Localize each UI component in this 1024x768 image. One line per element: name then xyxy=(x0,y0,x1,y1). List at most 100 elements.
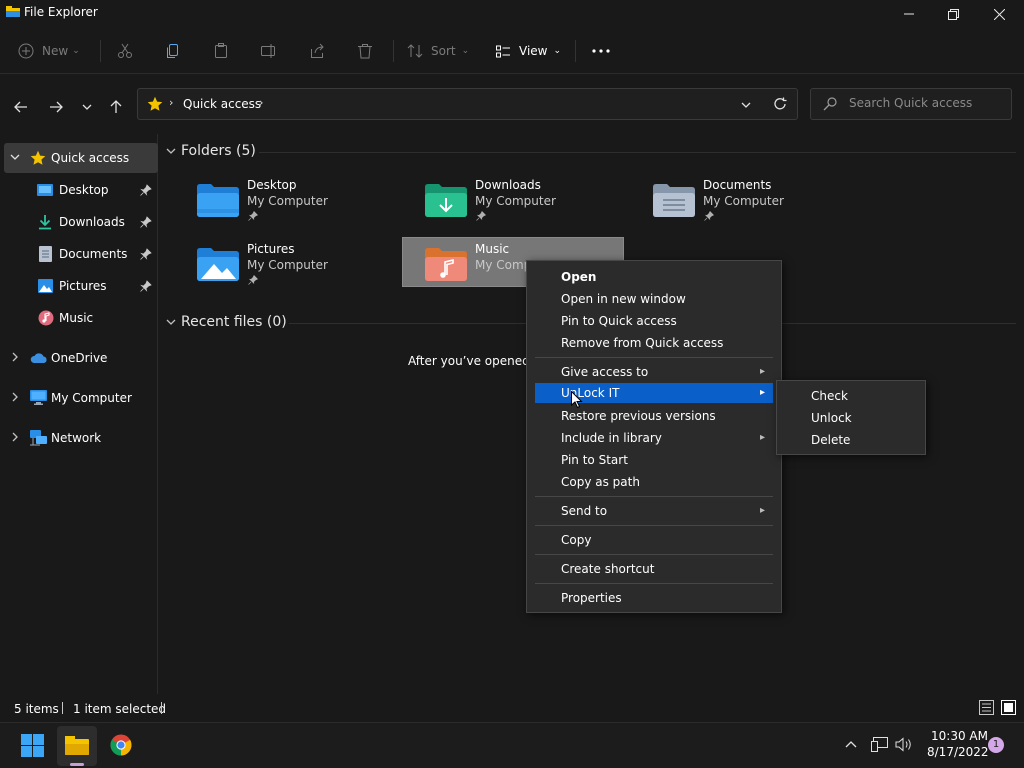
pictures-folder-icon xyxy=(197,248,239,281)
sidebar-item-label: Music xyxy=(59,311,94,325)
sidebar-item-label: OneDrive xyxy=(51,351,108,365)
status-bar: 5 items 1 item selected xyxy=(0,694,1024,722)
toolbar-divider xyxy=(100,40,101,62)
search-box[interactable] xyxy=(810,88,1012,120)
chevron-down-icon xyxy=(82,104,92,110)
delete-icon xyxy=(358,44,372,59)
download-icon xyxy=(39,215,51,230)
sidebar-item-pictures[interactable]: Pictures xyxy=(4,271,158,301)
share-icon xyxy=(311,43,324,58)
menu-item-pin-quick-access[interactable]: Pin to Quick access xyxy=(535,310,773,332)
folder-tile-desktop[interactable]: Desktop My Computer xyxy=(175,174,397,224)
view-icon xyxy=(496,45,510,58)
menu-item-include-library[interactable]: Include in library ▸ xyxy=(535,427,773,449)
clock-date[interactable]: 8/17/2022 xyxy=(927,745,989,759)
breadcrumb-quick-access[interactable]: Quick access xyxy=(183,97,261,111)
folder-tile-pictures[interactable]: Pictures My Computer xyxy=(175,238,397,288)
sidebar-item-label: My Computer xyxy=(51,391,132,405)
submenu-item-unlock[interactable]: Unlock xyxy=(783,407,919,429)
menu-item-remove-quick-access[interactable]: Remove from Quick access xyxy=(535,332,773,354)
details-view-icon[interactable] xyxy=(979,700,994,715)
notification-badge[interactable]: 1 xyxy=(988,737,1004,753)
active-app-indicator xyxy=(70,763,84,766)
paste-button[interactable] xyxy=(213,38,229,64)
arrow-left-icon xyxy=(14,101,27,113)
sort-button[interactable]: Sort ⌄ xyxy=(407,38,469,64)
folder-location: My Computer xyxy=(475,194,556,208)
new-button[interactable]: New ⌄ xyxy=(18,38,80,64)
music-icon xyxy=(38,310,54,326)
folders-section-header[interactable]: Folders (5) xyxy=(166,143,256,159)
network-status-icon[interactable] xyxy=(871,737,888,752)
restore-button[interactable] xyxy=(930,0,976,28)
chevron-up-icon[interactable] xyxy=(845,740,857,748)
toolbar-divider xyxy=(575,40,576,62)
window-title: File Explorer xyxy=(24,5,98,19)
more-icon xyxy=(592,49,610,53)
recent-locations-button[interactable] xyxy=(75,95,99,119)
chrome-icon[interactable] xyxy=(110,734,132,756)
chevron-down-icon[interactable] xyxy=(10,152,20,162)
forward-button[interactable] xyxy=(44,95,68,119)
share-button[interactable] xyxy=(309,38,325,64)
rename-button[interactable] xyxy=(261,38,277,64)
sidebar-item-label: Desktop xyxy=(59,183,109,197)
menu-item-open[interactable]: Open xyxy=(535,266,773,288)
sidebar-item-my-computer[interactable]: My Computer xyxy=(4,383,158,413)
sidebar-item-onedrive[interactable]: OneDrive xyxy=(4,343,158,373)
more-options-button[interactable] xyxy=(592,38,610,64)
submenu-item-delete[interactable]: Delete xyxy=(783,429,919,451)
clock-time[interactable]: 10:30 AM xyxy=(931,729,988,743)
chevron-right-icon[interactable] xyxy=(10,352,20,362)
folder-tile-downloads[interactable]: Downloads My Computer xyxy=(403,174,625,224)
tiles-view-icon[interactable] xyxy=(1001,700,1016,715)
delete-button[interactable] xyxy=(357,38,373,64)
view-button[interactable]: View ⌄ xyxy=(495,38,561,64)
taskbar-file-explorer-button[interactable] xyxy=(57,726,97,766)
menu-item-give-access[interactable]: Give access to ▸ xyxy=(535,361,773,383)
minimize-button[interactable] xyxy=(886,0,932,28)
restore-icon xyxy=(947,8,959,20)
menu-item-send-to[interactable]: Send to ▸ xyxy=(535,500,773,522)
submenu-item-check[interactable]: Check xyxy=(783,385,919,407)
menu-item-copy-as-path[interactable]: Copy as path xyxy=(535,471,773,493)
pin-icon xyxy=(140,280,152,292)
recent-files-section-header[interactable]: Recent files (0) xyxy=(166,314,287,330)
sidebar-item-music[interactable]: Music xyxy=(4,303,158,333)
sidebar-item-documents[interactable]: Documents xyxy=(4,239,158,269)
back-button[interactable] xyxy=(9,95,33,119)
sidebar-item-downloads[interactable]: Downloads xyxy=(4,207,158,237)
windows-start-icon[interactable] xyxy=(21,734,44,757)
sidebar-item-quick-access[interactable]: Quick access xyxy=(4,143,158,173)
address-dropdown-icon[interactable] xyxy=(741,101,751,109)
folder-name: Downloads xyxy=(475,178,541,192)
search-input[interactable] xyxy=(849,96,1004,110)
menu-item-copy[interactable]: Copy xyxy=(535,529,773,551)
sidebar-item-network[interactable]: Network xyxy=(4,423,158,453)
up-button[interactable] xyxy=(104,95,128,119)
chevron-right-icon[interactable] xyxy=(10,432,20,442)
volume-icon[interactable] xyxy=(895,737,913,752)
chevron-down-icon xyxy=(166,148,176,154)
refresh-icon[interactable] xyxy=(773,97,787,111)
music-folder-icon xyxy=(425,248,467,281)
menu-item-properties[interactable]: Properties xyxy=(535,587,773,609)
cut-button[interactable] xyxy=(117,38,133,64)
sidebar-item-label: Network xyxy=(51,431,102,445)
folder-tile-documents[interactable]: Documents My Computer xyxy=(631,174,853,224)
folder-location: My Computer xyxy=(247,258,328,272)
chevron-right-icon[interactable] xyxy=(10,392,20,402)
copy-button[interactable] xyxy=(165,38,181,64)
star-icon xyxy=(147,96,163,111)
menu-item-open-new-window[interactable]: Open in new window xyxy=(535,288,773,310)
menu-item-pin-start[interactable]: Pin to Start xyxy=(535,449,773,471)
unlock-it-submenu: Check Unlock Delete xyxy=(776,380,926,455)
plus-circle-icon xyxy=(18,43,34,59)
menu-item-create-shortcut[interactable]: Create shortcut xyxy=(535,558,773,580)
sidebar-item-desktop[interactable]: Desktop xyxy=(4,175,158,205)
breadcrumb-separator-icon[interactable]: › xyxy=(259,96,263,109)
status-selection: 1 item selected xyxy=(73,702,167,716)
address-bar[interactable]: › Quick access › xyxy=(137,88,798,120)
close-button[interactable] xyxy=(976,0,1022,28)
folders-header-label: Folders (5) xyxy=(181,143,256,159)
